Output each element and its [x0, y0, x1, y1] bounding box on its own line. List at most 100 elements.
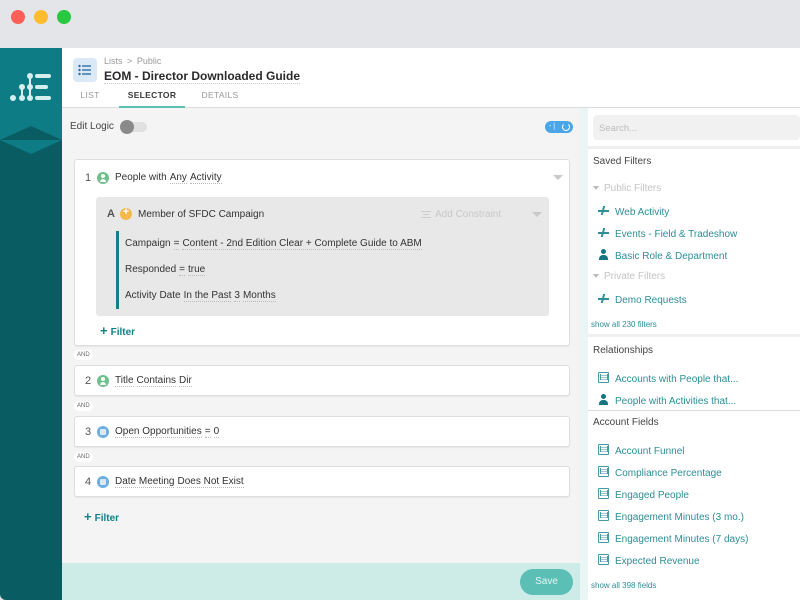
sub-filter-caret-icon[interactable]: [532, 212, 542, 217]
tab-details[interactable]: DETAILS: [200, 90, 240, 108]
filter-field[interactable]: Open Opportunities: [115, 426, 202, 438]
constraint-unit[interactable]: Months: [242, 290, 276, 302]
saved-filter-item[interactable]: Basic Role & Department: [598, 249, 727, 262]
activity-pulse-icon: [598, 205, 609, 216]
filter-card-1: 1 People withAnyActivity A Member of SFD…: [74, 159, 570, 346]
show-all-filters-link[interactable]: show all 230 filters: [591, 320, 657, 329]
page-header: Lists > Public EOM - Director Downloaded…: [62, 48, 800, 108]
filter-field[interactable]: Date Meeting: [115, 476, 175, 488]
constraint-amount[interactable]: 3: [234, 290, 240, 302]
building-icon: [598, 466, 609, 477]
breadcrumb-public[interactable]: Public: [137, 56, 162, 66]
filter-number: 1: [85, 172, 92, 184]
maximize-window-button[interactable]: [57, 10, 71, 24]
and-connector[interactable]: AND: [74, 401, 93, 411]
section-divider: [588, 146, 800, 149]
public-filters-group[interactable]: Public Filters: [593, 183, 661, 194]
add-constraint-button[interactable]: Add Constraint: [421, 209, 501, 220]
filter-value[interactable]: Dir: [179, 375, 192, 387]
account-field-item[interactable]: Engaged People: [598, 488, 689, 501]
person-icon: [97, 375, 109, 387]
filter-object-select[interactable]: Activity: [189, 172, 222, 184]
filter-text: People with Any Activity: [115, 172, 225, 184]
item-label: Events - Field & Tradeshow: [615, 229, 738, 240]
section-divider: [588, 410, 800, 411]
item-label: Expected Revenue: [615, 556, 700, 567]
constraint-operator[interactable]: In the Past: [183, 290, 232, 302]
main-content: Lists > Public EOM - Director Downloaded…: [62, 48, 800, 600]
save-button[interactable]: Save: [520, 569, 573, 595]
filter-number: 4: [85, 476, 92, 488]
constraint-field: Activity Date: [125, 290, 181, 301]
constraint-operator[interactable]: =: [179, 264, 185, 276]
building-icon: [598, 510, 609, 521]
filter-library-panel: Search... Saved Filters Public Filters W…: [588, 108, 800, 600]
filter-operator[interactable]: Contains: [136, 375, 176, 387]
building-icon: [598, 532, 609, 543]
logo-tile[interactable]: [0, 48, 62, 140]
item-label: Engagement Minutes (3 mo.): [615, 512, 744, 523]
app-sidebar: [0, 48, 62, 600]
saved-filter-item[interactable]: Events - Field & Tradeshow: [598, 227, 737, 240]
show-all-fields-link[interactable]: show all 398 fields: [591, 581, 656, 590]
constraint-row: Campaign = Content - 2nd Edition Clear + C…: [125, 238, 425, 250]
sub-filter-letter: A: [107, 208, 115, 220]
add-filter-button[interactable]: + Filter: [84, 509, 119, 524]
filter-quantifier-select[interactable]: Any: [169, 172, 187, 184]
logo-chevron: [0, 140, 62, 154]
tab-list[interactable]: LIST: [80, 90, 100, 108]
account-field-item[interactable]: Expected Revenue: [598, 554, 700, 567]
constraint-bar: [116, 231, 119, 309]
item-label: Engaged People: [615, 490, 689, 501]
private-filters-group[interactable]: Private Filters: [593, 271, 665, 282]
activity-icon: [120, 206, 132, 220]
breadcrumb-separator: >: [127, 56, 133, 66]
filter-menu-caret-icon[interactable]: [553, 175, 563, 180]
relationship-item[interactable]: Accounts with People that...: [598, 372, 738, 385]
section-divider: [588, 334, 800, 337]
count-refresh-badge[interactable]: - |: [545, 121, 573, 133]
page-title[interactable]: EOM - Director Downloaded Guide: [104, 69, 301, 84]
constraint-operator[interactable]: =: [173, 238, 180, 250]
add-filter-label: Filter: [94, 513, 120, 524]
constraint-value[interactable]: Content - 2nd Edition Clear + Complete G…: [182, 238, 422, 250]
close-window-button[interactable]: [11, 10, 25, 24]
filter-subject: People with: [115, 172, 167, 183]
group-label: Private Filters: [604, 271, 666, 282]
filter-lines-icon: [421, 210, 431, 218]
person-icon: [598, 394, 609, 405]
relationships-heading: Relationships: [593, 345, 654, 356]
filter-operator[interactable]: =: [204, 426, 211, 438]
add-sub-filter-button[interactable]: + Filter: [100, 323, 135, 338]
item-label: Basic Role & Department: [615, 251, 728, 262]
and-connector[interactable]: AND: [74, 350, 93, 360]
app-window: Lists > Public EOM - Director Downloaded…: [0, 0, 800, 600]
building-icon: [598, 554, 609, 565]
account-fields-heading: Account Fields: [593, 417, 659, 428]
constraint-field: Campaign: [125, 238, 171, 249]
saved-filter-item[interactable]: Web Activity: [598, 205, 669, 218]
and-connector[interactable]: AND: [74, 452, 93, 462]
account-field-item[interactable]: Account Funnel: [598, 444, 685, 457]
count-badge-text: - |: [549, 123, 556, 130]
relationship-item[interactable]: People with Activities that...: [598, 394, 736, 407]
filter-field[interactable]: Title: [115, 375, 134, 387]
sub-filter-title[interactable]: Member of SFDC Campaign: [138, 209, 264, 220]
account-field-item[interactable]: Engagement Minutes (3 mo.): [598, 510, 744, 523]
account-field-item[interactable]: Engagement Minutes (7 days): [598, 532, 748, 545]
constraint-value[interactable]: true: [188, 264, 206, 276]
person-icon: [97, 172, 109, 184]
panel-divider[interactable]: [580, 108, 588, 600]
tab-selector[interactable]: SELECTOR: [119, 90, 185, 108]
edit-logic-toggle[interactable]: [120, 120, 147, 134]
minimize-window-button[interactable]: [34, 10, 48, 24]
filter-search-input[interactable]: Search...: [593, 115, 800, 140]
title-bar: [0, 0, 800, 48]
add-filter-label: Filter: [110, 327, 136, 338]
saved-filter-item[interactable]: Demo Requests: [598, 293, 687, 306]
constraint-field: Responded: [125, 264, 177, 275]
account-field-item[interactable]: Compliance Percentage: [598, 466, 722, 479]
breadcrumb-lists[interactable]: Lists: [104, 56, 123, 66]
filter-value[interactable]: 0: [213, 426, 220, 438]
filter-operator[interactable]: Does Not Exist: [177, 476, 244, 488]
